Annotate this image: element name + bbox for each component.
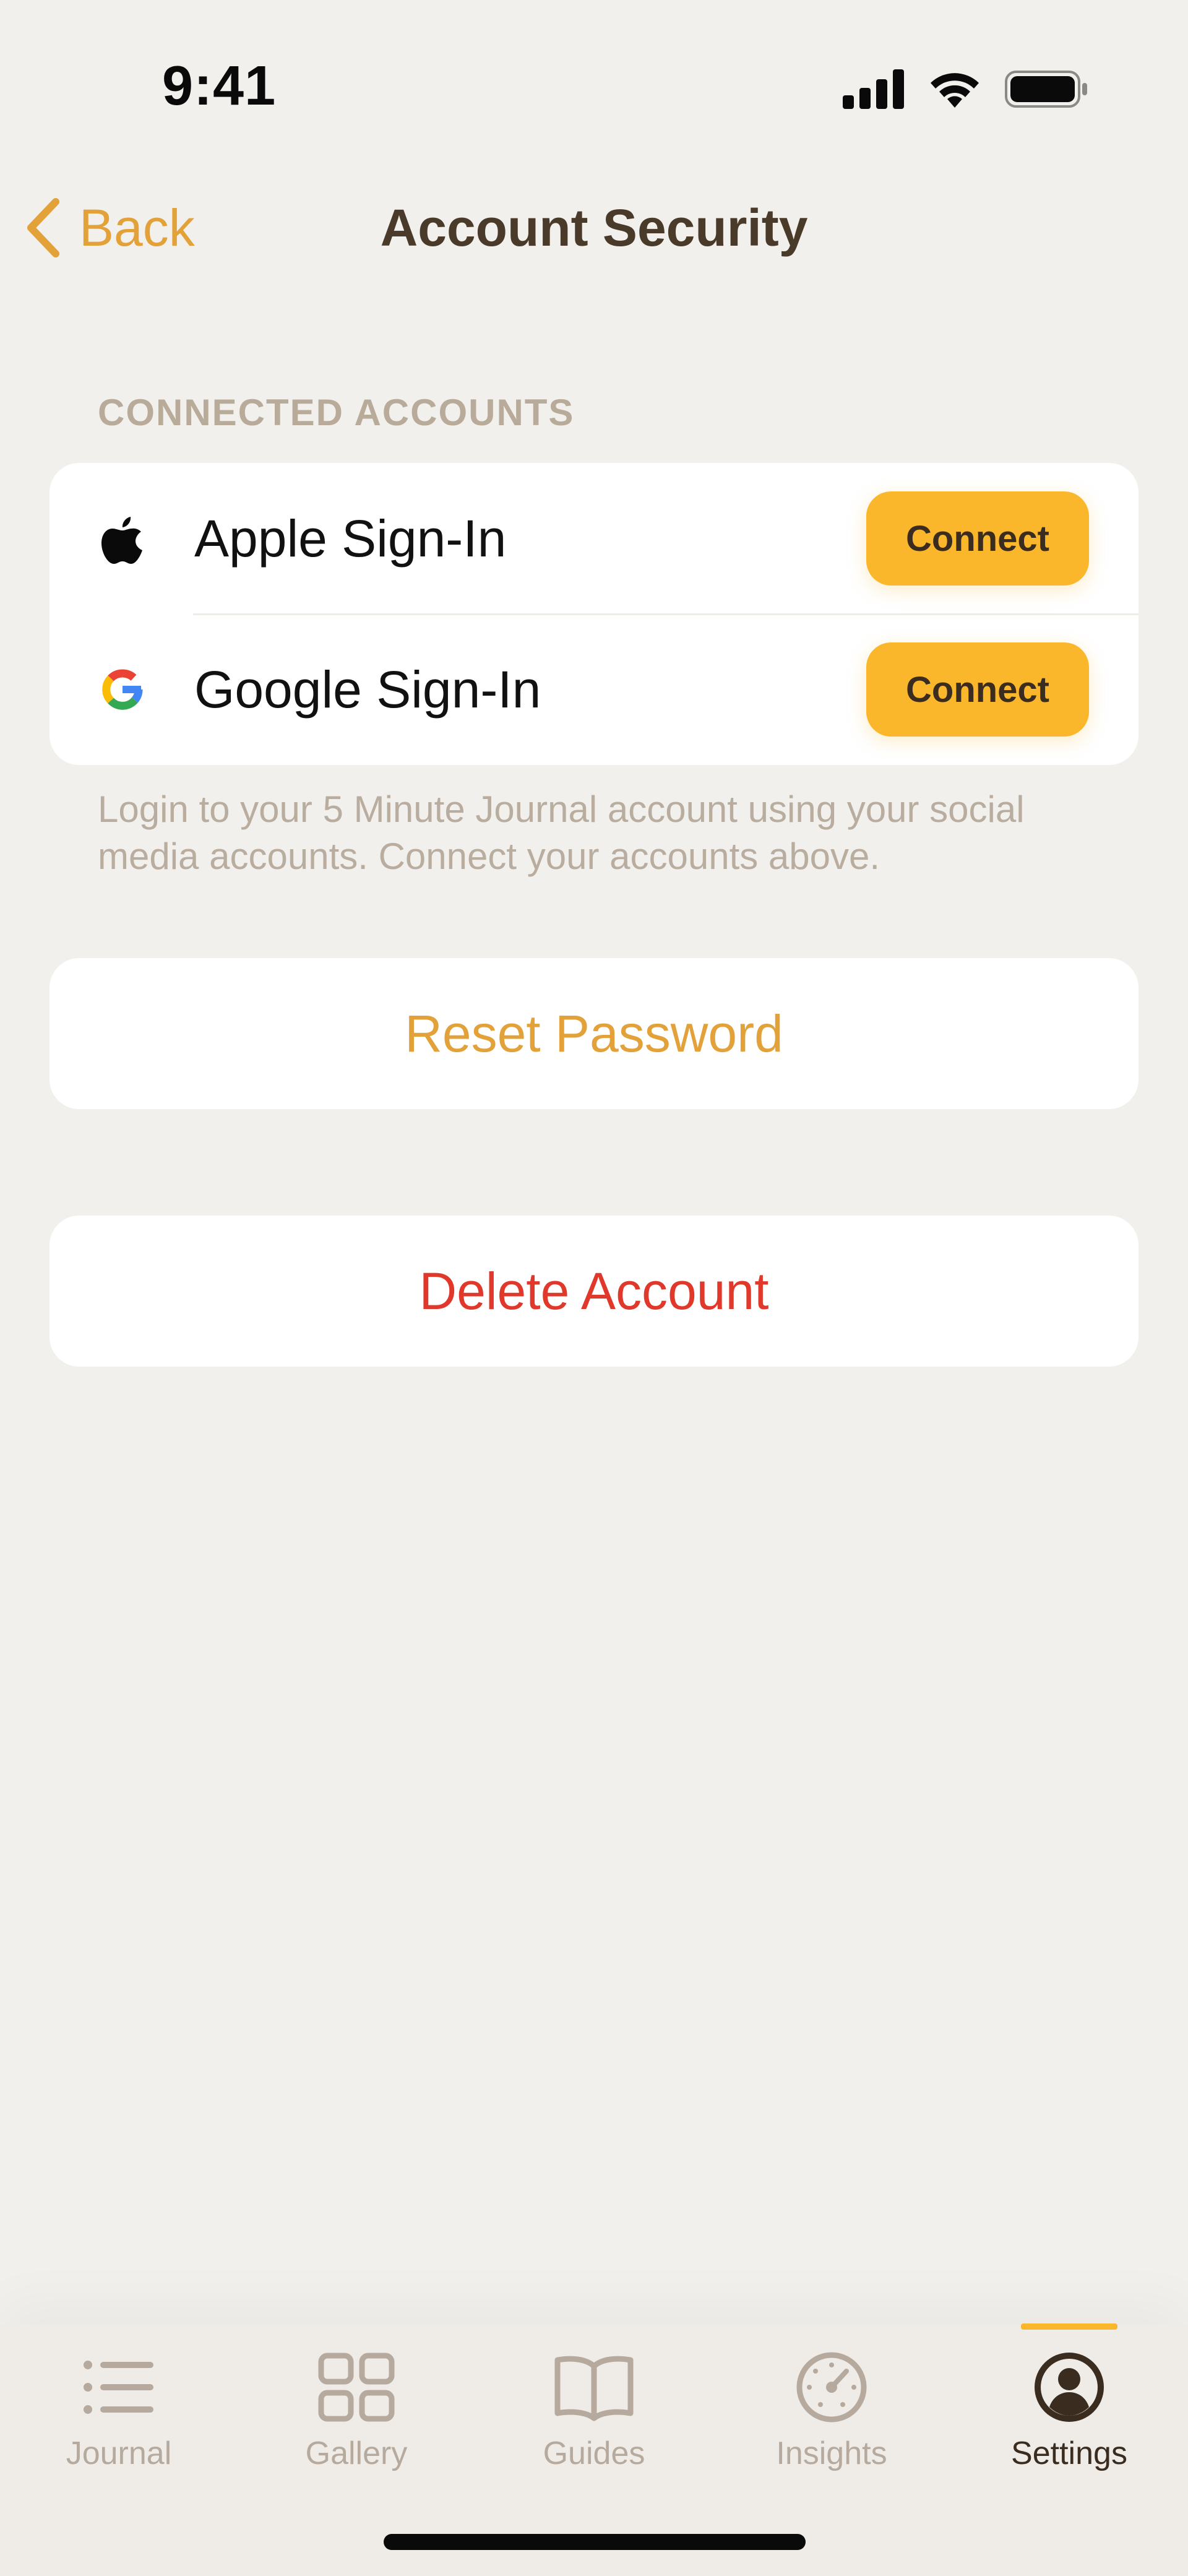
status-icons	[843, 69, 1089, 109]
grid-icon	[316, 2347, 397, 2427]
home-indicator	[384, 2534, 806, 2550]
list-icon	[79, 2347, 159, 2427]
connect-google-button[interactable]: Connect	[866, 642, 1089, 737]
tab-insights-label: Insights	[776, 2436, 887, 2471]
reset-password-button[interactable]: Reset Password	[50, 958, 1138, 1109]
tab-journal-label: Journal	[66, 2436, 172, 2471]
tab-guides-label: Guides	[543, 2436, 645, 2471]
tab-gallery-label: Gallery	[305, 2436, 408, 2471]
gauge-icon	[791, 2347, 872, 2427]
wifi-icon	[931, 73, 979, 108]
apple-sign-in-label: Apple Sign-In	[194, 509, 507, 568]
active-tab-indicator	[1021, 2323, 1117, 2330]
battery-icon	[1005, 71, 1087, 108]
connected-accounts-card: Apple Sign-In Connect Google Sign-In Con…	[50, 463, 1138, 765]
tab-journal[interactable]: Journal	[0, 2325, 238, 2510]
tab-guides[interactable]: Guides	[475, 2325, 713, 2510]
book-icon	[554, 2347, 634, 2427]
google-sign-in-label: Google Sign-In	[194, 660, 541, 719]
person-circle-icon	[1029, 2347, 1109, 2427]
tab-insights[interactable]: Insights	[713, 2325, 950, 2510]
cellular-signal-icon	[843, 69, 904, 109]
status-time: 9:41	[162, 55, 277, 117]
google-sign-in-row: Google Sign-In Connect	[50, 614, 1138, 765]
connected-accounts-footnote: Login to your 5 Minute Journal account u…	[98, 789, 1025, 877]
tab-gallery[interactable]: Gallery	[238, 2325, 475, 2510]
tab-settings[interactable]: Settings	[950, 2323, 1188, 2510]
connected-accounts-header: CONNECTED ACCOUNTS	[98, 392, 575, 433]
delete-account-button[interactable]: Delete Account	[50, 1216, 1138, 1367]
navigation-bar: Back Account Security	[0, 186, 1188, 272]
page-title: Account Security	[380, 199, 808, 257]
tab-settings-label: Settings	[1011, 2436, 1127, 2471]
apple-icon	[93, 509, 152, 568]
status-bar: 9:41	[0, 0, 1188, 155]
connect-apple-button[interactable]: Connect	[866, 491, 1089, 586]
apple-sign-in-row: Apple Sign-In Connect	[50, 463, 1138, 614]
google-icon	[93, 660, 152, 719]
